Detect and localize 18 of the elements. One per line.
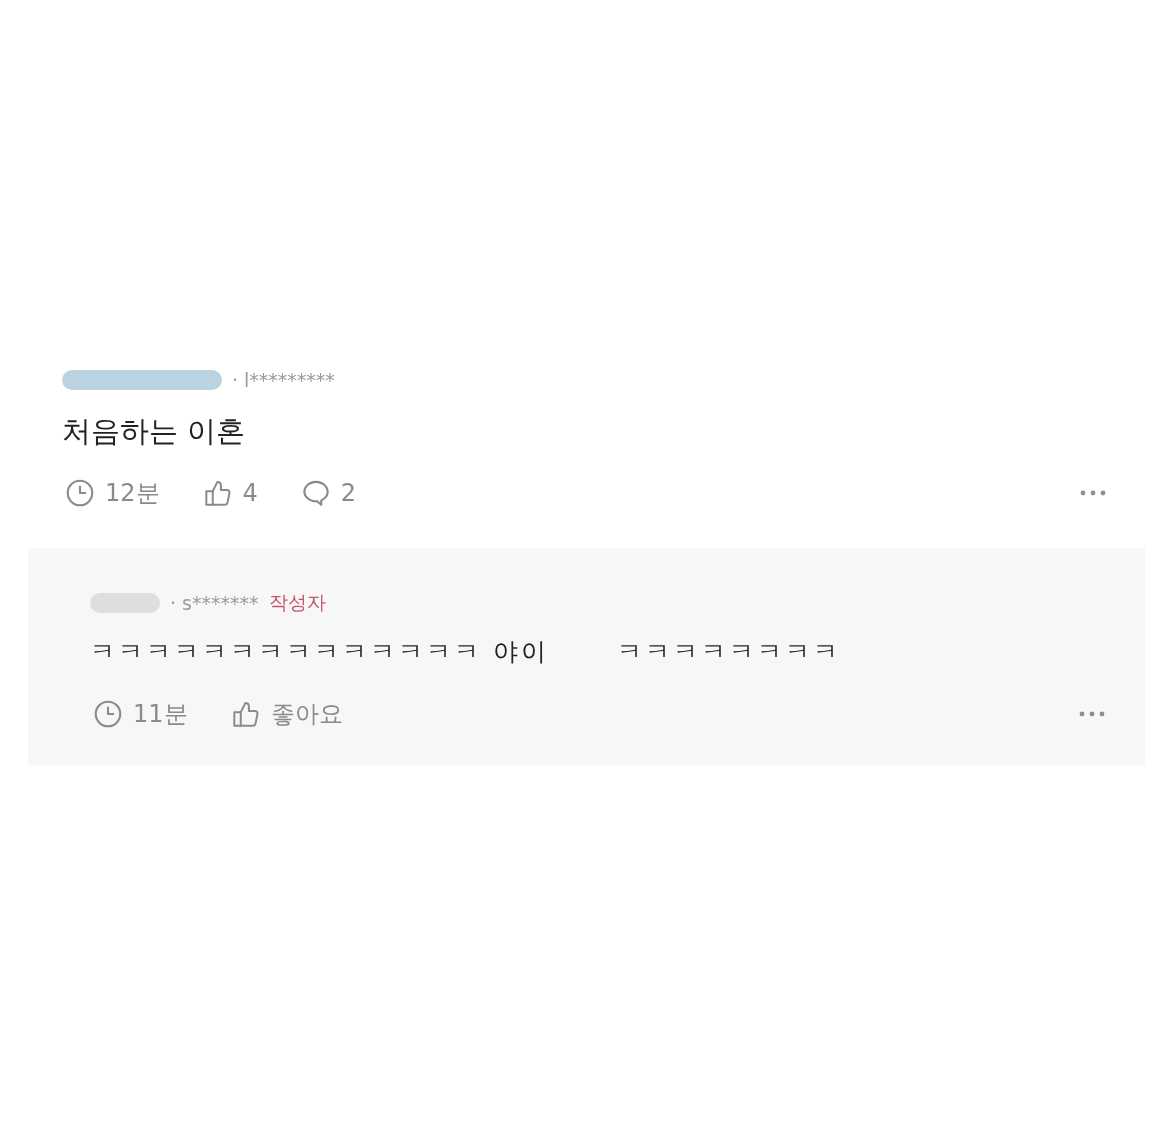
like-button[interactable]: 좋아요 — [231, 698, 343, 730]
clock-icon — [94, 700, 122, 728]
clock-icon — [66, 479, 94, 507]
thumbs-up-icon — [231, 700, 260, 728]
more-icon[interactable] — [1080, 490, 1106, 496]
thumbs-up-icon — [203, 479, 232, 507]
user-id: · s******* — [170, 592, 259, 614]
comment-text: 처음하는 이혼 — [62, 413, 246, 450]
time-text: 12분 — [105, 478, 160, 509]
comment-text: ㅋㅋㅋㅋㅋㅋㅋㅋㅋㅋㅋㅋㅋㅋ 야이 — [90, 636, 549, 668]
like-button[interactable]: 4 — [203, 479, 258, 507]
speech-bubble-icon — [301, 479, 330, 507]
time-text: 11분 — [133, 699, 188, 730]
user-id: · l********* — [232, 369, 335, 391]
more-icon[interactable] — [1079, 711, 1105, 717]
author-label: 작성자 — [269, 590, 327, 615]
comment-text: ㅋㅋㅋㅋㅋㅋㅋㅋ — [616, 636, 841, 668]
reply-button[interactable]: 2 — [301, 479, 357, 507]
